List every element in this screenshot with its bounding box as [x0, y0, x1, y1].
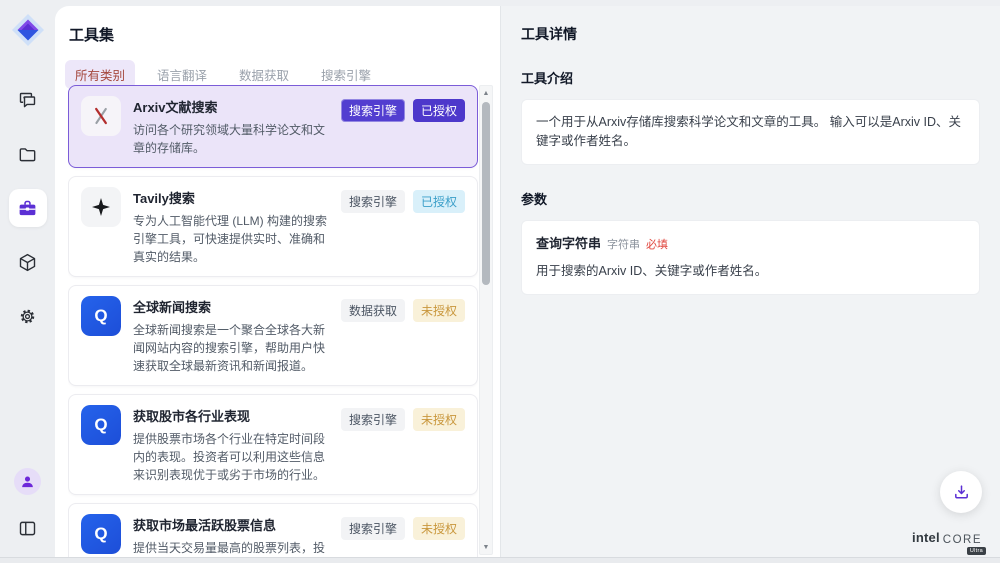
detail-title: 工具详情 — [521, 24, 980, 44]
category-badge: 数据获取 — [341, 299, 405, 322]
tool-description: 全球新闻搜索是一个聚合全球各大新闻网站内容的搜索引擎，帮助用户快速获取全球最新资… — [133, 321, 329, 375]
category-badge: 搜索引擎 — [341, 99, 405, 122]
tool-card[interactable]: Q 获取市场最活跃股票信息 提供当天交易量最高的股票列表，投资者可以利用这些信息… — [68, 503, 478, 557]
toolbox-icon[interactable] — [9, 189, 47, 227]
download-button[interactable] — [940, 471, 982, 513]
tool-list-pane: 工具集 所有类别语言翻译数据获取搜索引擎 Arxiv文献搜索 访问各个研究领域大… — [55, 6, 500, 557]
qnews-icon: Q — [81, 514, 121, 554]
scrollbar[interactable]: ▲ ▼ — [479, 85, 493, 555]
tool-name: 获取股市各行业表现 — [133, 406, 329, 425]
main-window: 工具集 所有类别语言翻译数据获取搜索引擎 Arxiv文献搜索 访问各个研究领域大… — [55, 6, 1000, 557]
tool-card[interactable]: Q 获取股市各行业表现 提供股票市场各个行业在特定时间段内的表现。投资者可以利用… — [68, 394, 478, 495]
folder-icon[interactable] — [9, 135, 47, 173]
tool-card[interactable]: Q 全球新闻搜索 全球新闻搜索是一个聚合全球各大新闻网站内容的搜索引擎，帮助用户… — [68, 285, 478, 386]
auth-status-badge: 未授权 — [413, 517, 465, 540]
intro-card: 一个用于从Arxiv存储库搜索科学论文和文章的工具。 输入可以是Arxiv ID… — [521, 99, 980, 165]
auth-status-badge: 未授权 — [413, 299, 465, 322]
param-header: 查询字符串字符串必填 — [536, 234, 965, 254]
auth-status-badge: 已授权 — [413, 190, 465, 213]
tool-name: Arxiv文献搜索 — [133, 97, 329, 116]
param-description: 用于搜索的Arxiv ID、关键字或作者姓名。 — [536, 262, 965, 281]
chat-icon[interactable] — [9, 81, 47, 119]
intro-heading: 工具介绍 — [521, 68, 980, 87]
scrollbar-up-arrow[interactable]: ▲ — [480, 87, 492, 99]
param-type: 字符串 — [607, 239, 640, 251]
params-heading: 参数 — [521, 189, 980, 208]
category-badge: 搜索引擎 — [341, 408, 405, 431]
param-card: 查询字符串字符串必填 用于搜索的Arxiv ID、关键字或作者姓名。 — [521, 220, 980, 296]
arxiv-icon — [81, 96, 121, 136]
settings-gear-icon[interactable] — [9, 297, 47, 335]
param-name: 查询字符串 — [536, 236, 601, 251]
split-panel-icon[interactable] — [9, 509, 47, 547]
tool-description: 访问各个研究领域大量科学论文和文章的存储库。 — [133, 121, 329, 157]
category-badge: 搜索引擎 — [341, 190, 405, 213]
user-avatar-icon[interactable] — [14, 468, 41, 495]
star-icon — [81, 187, 121, 227]
core-brand-text: CORE — [943, 534, 982, 546]
core-ultra-badge: Ultra — [967, 547, 986, 555]
tool-card[interactable]: Tavily搜索 专为人工智能代理 (LLM) 构建的搜索引擎工具，可快速提供实… — [68, 176, 478, 277]
cube-icon[interactable] — [9, 243, 47, 281]
tool-detail-pane: 工具详情 工具介绍 一个用于从Arxiv存储库搜索科学论文和文章的工具。 输入可… — [500, 6, 1000, 557]
scrollbar-thumb[interactable] — [482, 102, 490, 285]
left-nav-rail — [0, 0, 55, 557]
tool-description: 提供股票市场各个行业在特定时间段内的表现。投资者可以利用这些信息来识别表现优于或… — [133, 430, 329, 484]
tool-card[interactable]: Arxiv文献搜索 访问各个研究领域大量科学论文和文章的存储库。 搜索引擎 已授… — [68, 85, 478, 168]
tool-name: 获取市场最活跃股票信息 — [133, 515, 329, 534]
app-logo-gem-icon[interactable] — [11, 13, 45, 47]
qnews-icon: Q — [81, 405, 121, 445]
auth-status-badge: 未授权 — [413, 408, 465, 431]
param-required-badge: 必填 — [646, 239, 668, 251]
scrollbar-down-arrow[interactable]: ▼ — [480, 541, 492, 553]
intel-core-logo: intel CORE Ultra — [912, 530, 984, 548]
tool-card-list: Arxiv文献搜索 访问各个研究领域大量科学论文和文章的存储库。 搜索引擎 已授… — [68, 85, 478, 557]
page-title: 工具集 — [69, 24, 500, 45]
category-badge: 搜索引擎 — [341, 517, 405, 540]
download-icon — [952, 483, 971, 502]
auth-status-badge: 已授权 — [413, 99, 465, 122]
tool-name: Tavily搜索 — [133, 188, 329, 207]
tool-description: 专为人工智能代理 (LLM) 构建的搜索引擎工具，可快速提供实时、准确和真实的结… — [133, 212, 329, 266]
intel-brand-text: intel — [912, 530, 940, 545]
tool-name: 全球新闻搜索 — [133, 297, 329, 316]
qnews-icon: Q — [81, 296, 121, 336]
window-bottom-edge — [0, 557, 1000, 563]
tool-description: 提供当天交易量最高的股票列表，投资者可以利用这些信息来识别流动性强的股票和潜在的… — [133, 539, 329, 557]
